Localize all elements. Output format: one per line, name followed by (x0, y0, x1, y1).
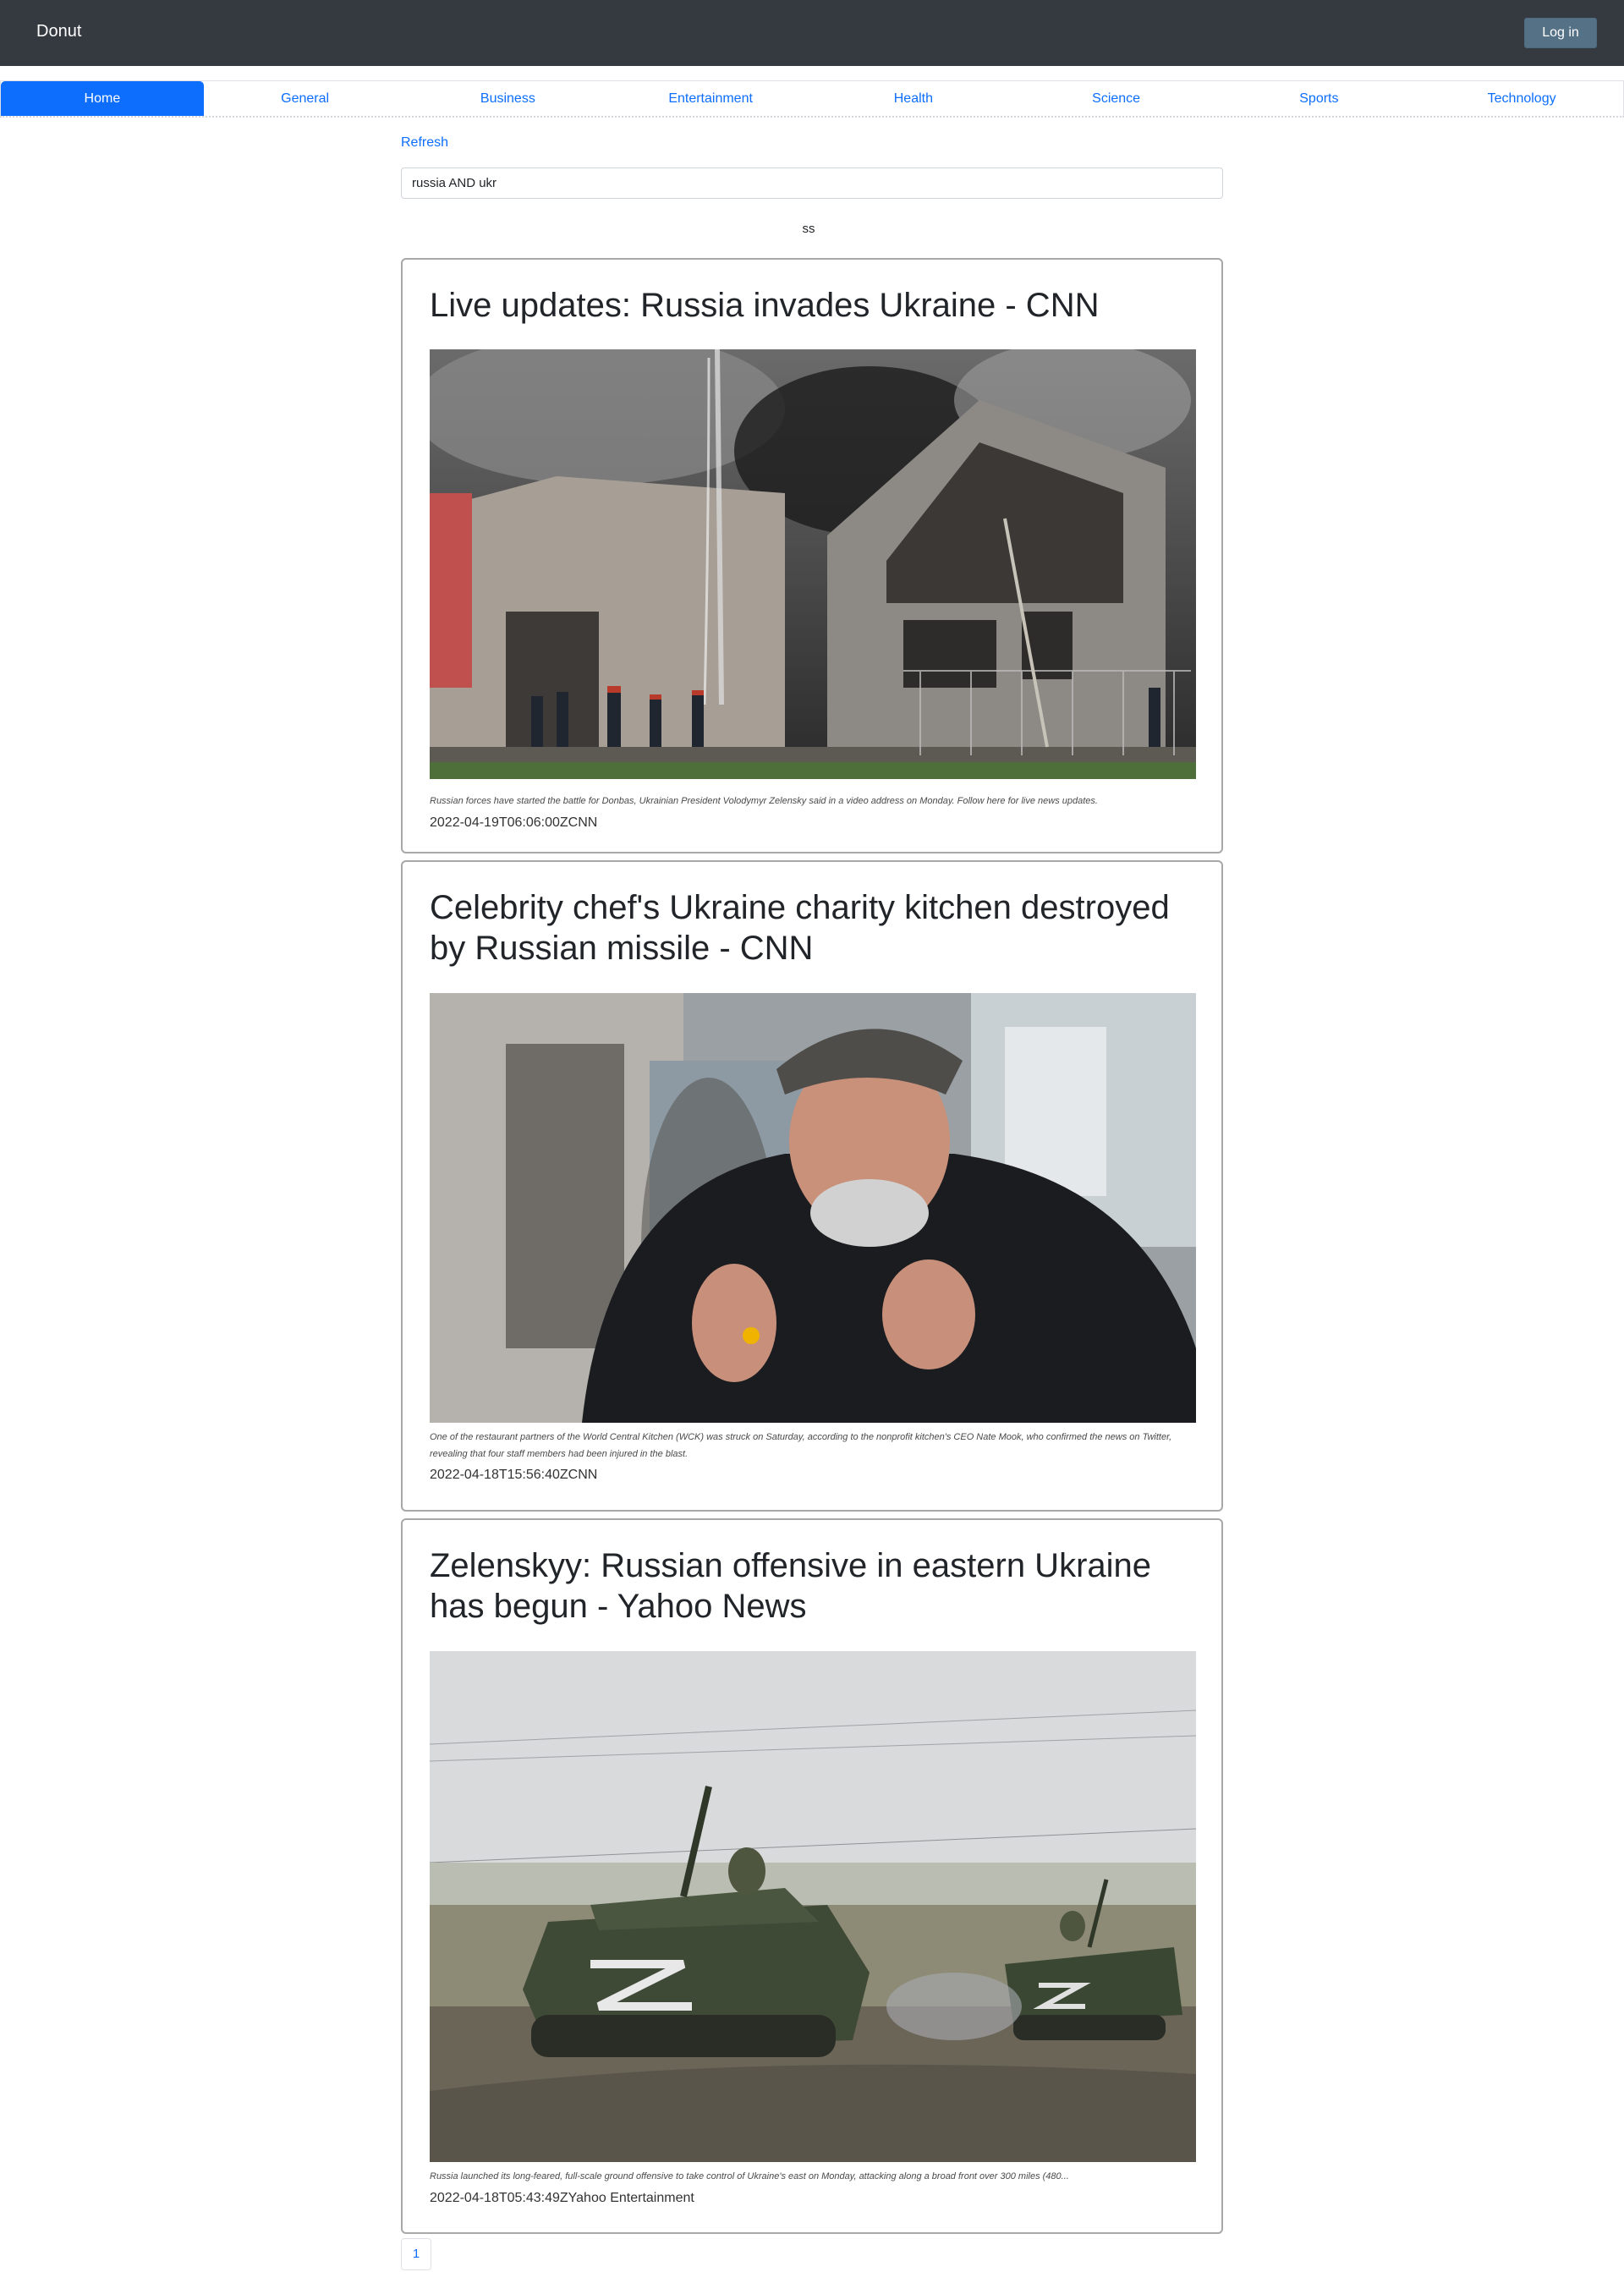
article-image-graphic (430, 349, 1196, 779)
tab-sports[interactable]: Sports (1218, 81, 1421, 116)
category-tabs: Home General Business Entertainment Heal… (0, 80, 1624, 118)
article-meta: 2022-04-18T15:56:40ZCNN (430, 1468, 598, 1482)
status-text: ss (802, 222, 815, 236)
top-navbar: Donut Log in (0, 0, 1624, 66)
login-button[interactable]: Log in (1524, 18, 1597, 48)
article-meta: 2022-04-19T06:06:00ZCNN (430, 815, 598, 830)
tab-general[interactable]: General (204, 81, 407, 116)
article-title[interactable]: Zelenskyy: Russian offensive in eastern … (430, 1545, 1199, 1627)
article-card: Live updates: Russia invades Ukraine - C… (401, 258, 1223, 853)
article-description: One of the restaurant partners of the Wo… (430, 1432, 1172, 1459)
tab-entertainment[interactable]: Entertainment (609, 81, 812, 116)
article-image-graphic (430, 1651, 1196, 2162)
tab-science[interactable]: Science (1015, 81, 1218, 116)
article-image[interactable] (430, 349, 1196, 779)
article-description: Russia launched its long-feared, full-sc… (430, 2171, 1069, 2181)
pagination-page-1[interactable]: 1 (401, 2238, 431, 2270)
article-image[interactable] (430, 993, 1196, 1423)
brand-logo[interactable]: Donut (36, 22, 81, 41)
search-input[interactable] (401, 167, 1223, 199)
article-image[interactable] (430, 1651, 1196, 2162)
article-card: Celebrity chef's Ukraine charity kitchen… (401, 860, 1223, 1512)
tab-technology[interactable]: Technology (1420, 81, 1623, 116)
tab-home[interactable]: Home (1, 81, 204, 116)
article-image-graphic (430, 993, 1196, 1423)
tab-health[interactable]: Health (812, 81, 1015, 116)
article-title[interactable]: Live updates: Russia invades Ukraine - C… (430, 285, 1199, 326)
tab-business[interactable]: Business (407, 81, 610, 116)
article-description: Russian forces have started the battle f… (430, 796, 1098, 806)
article-title[interactable]: Celebrity chef's Ukraine charity kitchen… (430, 887, 1199, 969)
refresh-link[interactable]: Refresh (401, 135, 448, 151)
article-meta: 2022-04-18T05:43:49ZYahoo Entertainment (430, 2191, 694, 2205)
article-card: Zelenskyy: Russian offensive in eastern … (401, 1518, 1223, 2234)
